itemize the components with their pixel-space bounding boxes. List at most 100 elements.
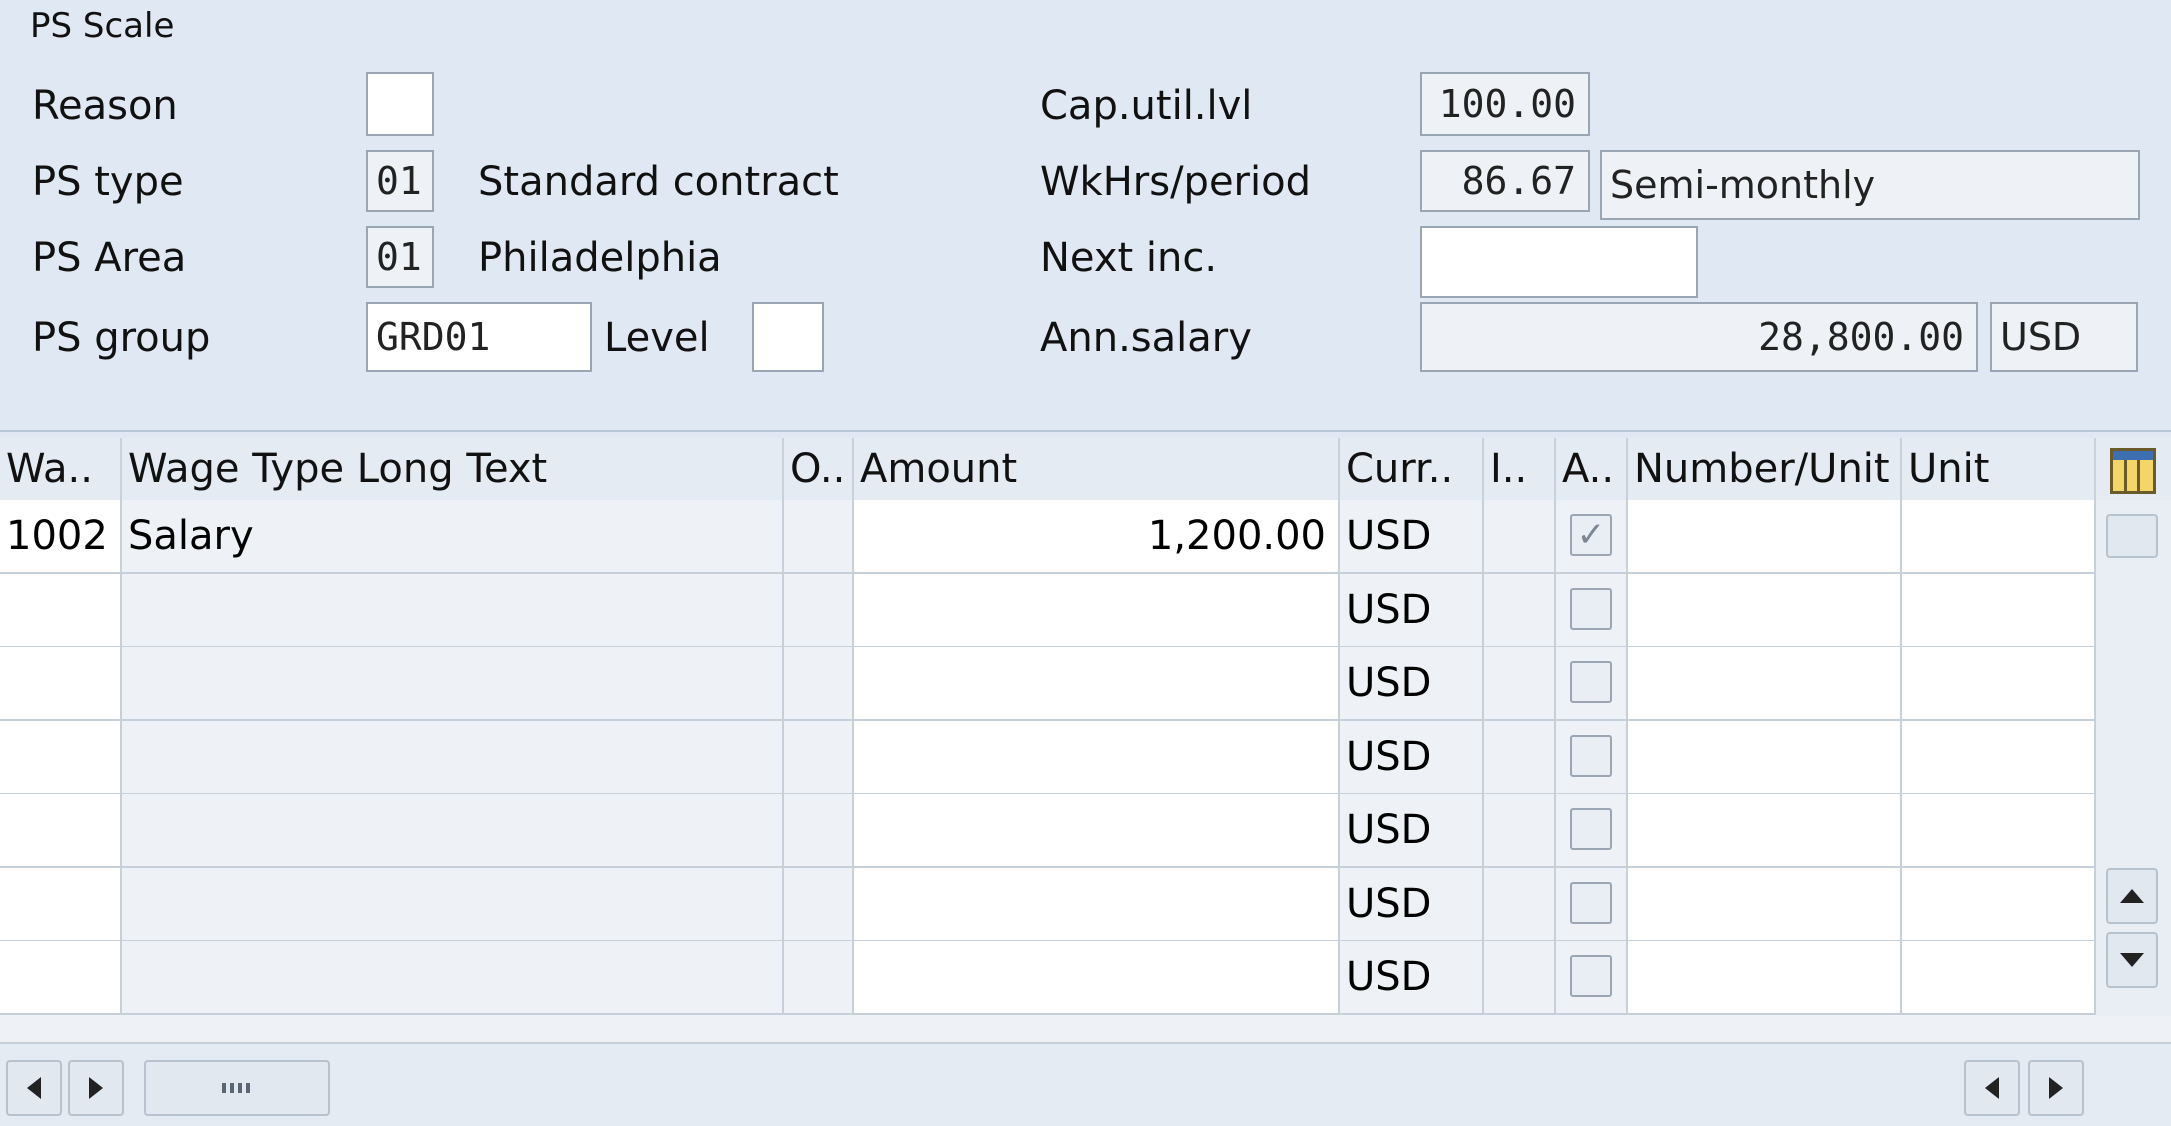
number-unit-cell[interactable] xyxy=(1628,868,1902,942)
column-header-number-unit[interactable]: Number/Unit xyxy=(1628,438,1902,500)
operation-cell[interactable] xyxy=(784,500,854,574)
column-header-wage-type[interactable]: Wa.. xyxy=(0,438,122,500)
amount-cell[interactable] xyxy=(854,794,1340,868)
long-text-cell[interactable] xyxy=(122,794,784,868)
operation-cell[interactable] xyxy=(784,794,854,868)
column-header-long-text[interactable]: Wage Type Long Text xyxy=(122,438,784,500)
currency-cell[interactable]: USD xyxy=(1340,500,1484,574)
ann-salary-currency-field[interactable]: USD xyxy=(1990,302,2138,372)
table-settings-icon[interactable] xyxy=(2110,448,2156,494)
row-selector-button[interactable] xyxy=(2106,514,2158,558)
assign-cell xyxy=(1556,868,1628,942)
operation-cell[interactable] xyxy=(784,574,854,648)
scroll-thumb-icon[interactable] xyxy=(144,1060,330,1116)
arrow-left-icon[interactable] xyxy=(6,1060,62,1116)
assign-checkbox[interactable] xyxy=(1570,882,1612,924)
arrow-left-icon[interactable] xyxy=(1964,1060,2020,1116)
currency-cell[interactable]: USD xyxy=(1340,721,1484,795)
assign-checkbox[interactable] xyxy=(1570,808,1612,850)
indicator-cell[interactable] xyxy=(1484,721,1556,795)
arrow-up-icon[interactable] xyxy=(2106,868,2158,924)
long-text-cell[interactable] xyxy=(122,647,784,721)
unit-cell[interactable] xyxy=(1902,721,2096,795)
long-text-cell[interactable] xyxy=(122,868,784,942)
unit-cell[interactable] xyxy=(1902,868,2096,942)
wage-type-cell[interactable] xyxy=(0,647,122,721)
indicator-cell[interactable] xyxy=(1484,794,1556,868)
long-text-cell[interactable] xyxy=(122,941,784,1015)
arrow-down-icon[interactable] xyxy=(2106,932,2158,988)
unit-cell[interactable] xyxy=(1902,500,2096,574)
assign-cell xyxy=(1556,794,1628,868)
level-field[interactable] xyxy=(752,302,824,372)
indicator-cell[interactable] xyxy=(1484,500,1556,574)
cap-util-field[interactable]: 100.00 xyxy=(1420,72,1590,136)
ann-salary-field[interactable]: 28,800.00 xyxy=(1420,302,1978,372)
vertical-scrollbar[interactable] xyxy=(2096,500,2171,1016)
long-text-cell[interactable] xyxy=(122,721,784,795)
amount-cell[interactable] xyxy=(854,574,1340,648)
operation-cell[interactable] xyxy=(784,941,854,1015)
long-text-cell[interactable] xyxy=(122,574,784,648)
arrow-right-icon[interactable] xyxy=(2028,1060,2084,1116)
assign-checkbox[interactable] xyxy=(1570,588,1612,630)
number-unit-cell[interactable] xyxy=(1628,574,1902,648)
horizontal-scrollbar[interactable] xyxy=(0,1042,2171,1126)
unit-cell[interactable] xyxy=(1902,574,2096,648)
amount-cell[interactable] xyxy=(854,647,1340,721)
assign-checkbox[interactable]: ✓ xyxy=(1570,514,1612,556)
indicator-cell[interactable] xyxy=(1484,574,1556,648)
indicator-cell[interactable] xyxy=(1484,647,1556,721)
wkhrs-period-field[interactable]: Semi-monthly xyxy=(1600,150,2140,220)
currency-cell[interactable]: USD xyxy=(1340,574,1484,648)
arrow-right-icon[interactable] xyxy=(68,1060,124,1116)
column-header-unit[interactable]: Unit xyxy=(1902,438,2096,500)
wage-type-cell[interactable] xyxy=(0,941,122,1015)
wage-type-cell[interactable] xyxy=(0,794,122,868)
assign-checkbox[interactable] xyxy=(1570,955,1612,997)
table-row: 1002 Salary 1,200.00 USD ✓ xyxy=(0,500,2096,574)
column-header-amount[interactable]: Amount xyxy=(854,438,1340,500)
wage-type-cell[interactable] xyxy=(0,721,122,795)
unit-cell[interactable] xyxy=(1902,941,2096,1015)
amount-cell[interactable] xyxy=(854,941,1340,1015)
column-header-currency[interactable]: Curr.. xyxy=(1340,438,1484,500)
ps-type-field[interactable]: 01 xyxy=(366,150,434,212)
unit-cell[interactable] xyxy=(1902,794,2096,868)
operation-cell[interactable] xyxy=(784,868,854,942)
number-unit-cell[interactable] xyxy=(1628,500,1902,574)
unit-cell[interactable] xyxy=(1902,647,2096,721)
number-unit-cell[interactable] xyxy=(1628,721,1902,795)
currency-cell[interactable]: USD xyxy=(1340,647,1484,721)
amount-cell[interactable] xyxy=(854,868,1340,942)
currency-cell[interactable]: USD xyxy=(1340,941,1484,1015)
ps-group-field[interactable]: GRD01 xyxy=(366,302,592,372)
column-header-indicator[interactable]: I.. xyxy=(1484,438,1556,500)
wkhrs-field[interactable]: 86.67 xyxy=(1420,150,1590,212)
currency-cell[interactable]: USD xyxy=(1340,868,1484,942)
table-row: USD xyxy=(0,941,2096,1015)
number-unit-cell[interactable] xyxy=(1628,647,1902,721)
assign-cell xyxy=(1556,941,1628,1015)
long-text-cell[interactable]: Salary xyxy=(122,500,784,574)
amount-cell[interactable] xyxy=(854,721,1340,795)
ps-area-field[interactable]: 01 xyxy=(366,226,434,288)
wage-type-cell[interactable]: 1002 xyxy=(0,500,122,574)
wage-type-cell[interactable] xyxy=(0,574,122,648)
currency-cell[interactable]: USD xyxy=(1340,794,1484,868)
operation-cell[interactable] xyxy=(784,721,854,795)
assign-cell xyxy=(1556,721,1628,795)
reason-field[interactable] xyxy=(366,72,434,136)
number-unit-cell[interactable] xyxy=(1628,794,1902,868)
amount-cell[interactable]: 1,200.00 xyxy=(854,500,1340,574)
column-header-operation[interactable]: O.. xyxy=(784,438,854,500)
number-unit-cell[interactable] xyxy=(1628,941,1902,1015)
next-inc-field[interactable] xyxy=(1420,226,1698,298)
column-header-assign[interactable]: A.. xyxy=(1556,438,1628,500)
assign-checkbox[interactable] xyxy=(1570,735,1612,777)
wage-type-cell[interactable] xyxy=(0,868,122,942)
operation-cell[interactable] xyxy=(784,647,854,721)
indicator-cell[interactable] xyxy=(1484,868,1556,942)
indicator-cell[interactable] xyxy=(1484,941,1556,1015)
assign-checkbox[interactable] xyxy=(1570,661,1612,703)
